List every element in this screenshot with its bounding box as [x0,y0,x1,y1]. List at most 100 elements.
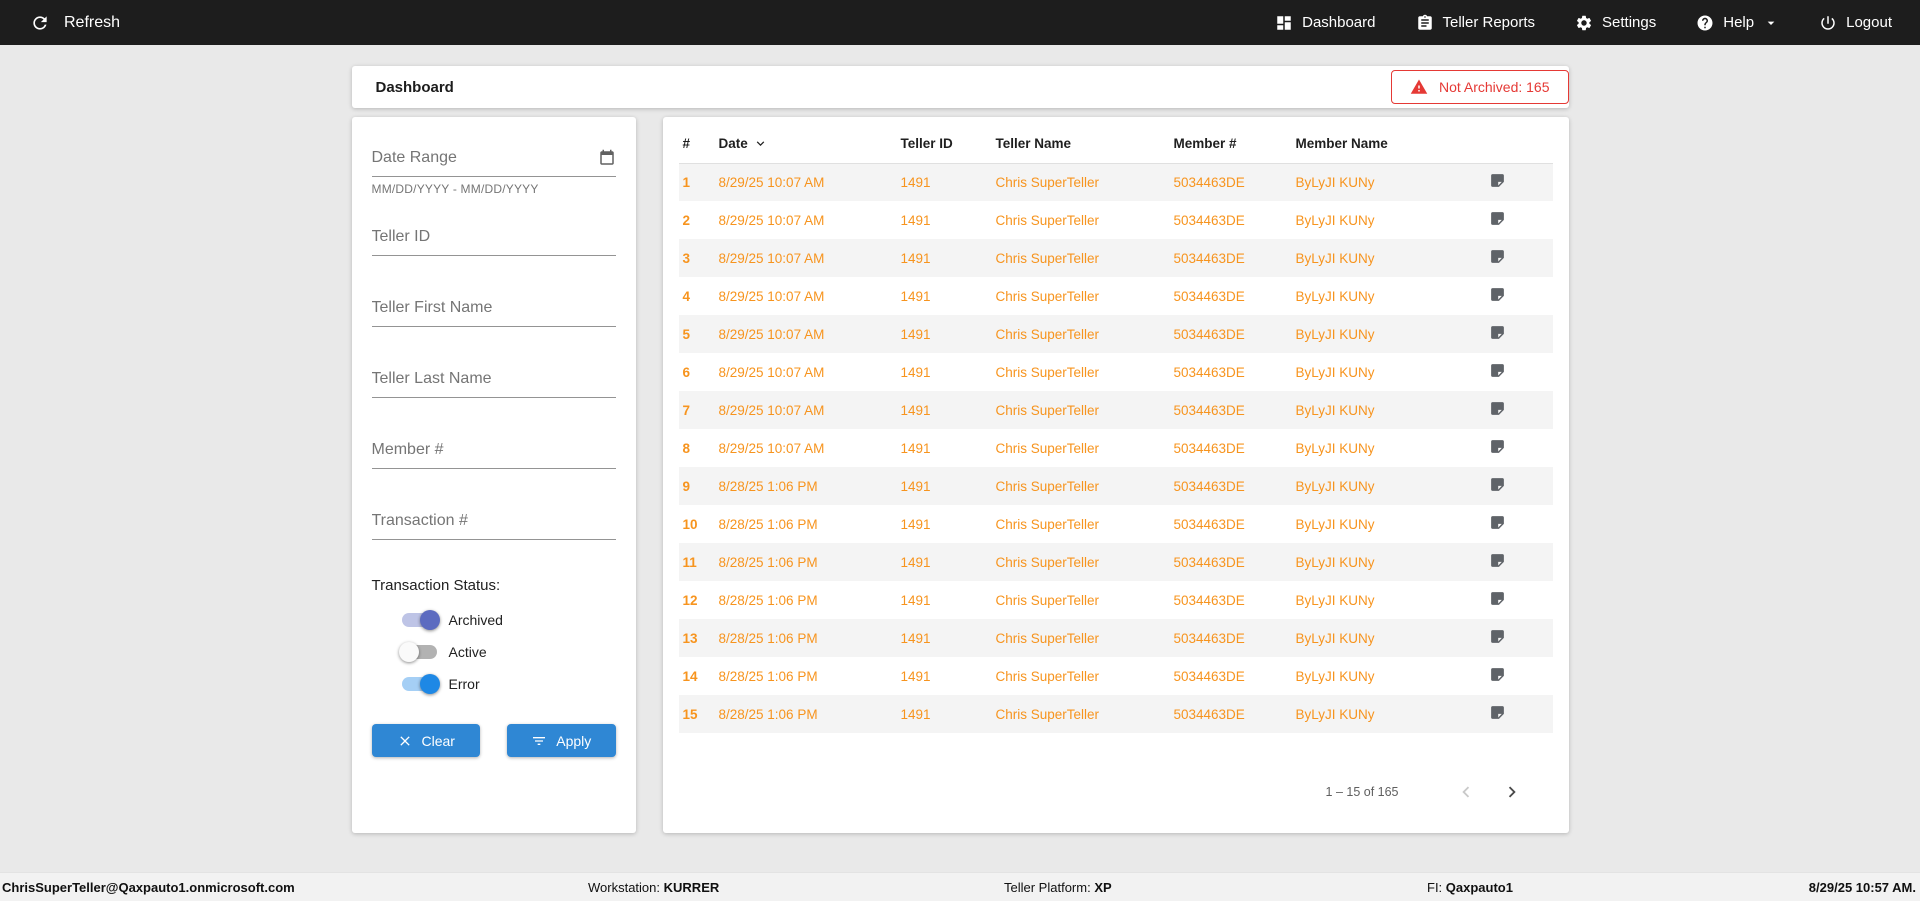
note-icon[interactable] [1489,476,1506,493]
table-row[interactable]: 5 8/29/25 10:07 AM 1491 Chris SuperTelle… [678,315,1553,353]
table-row[interactable]: 14 8/28/25 1:06 PM 1491 Chris SuperTelle… [679,657,1553,695]
row-teller-id: 1491 [900,288,931,304]
row-member-name: ByLyJI KUNy [1295,212,1375,228]
user-email: ChrisSuperTeller@Qaxpauto1.onmicrosoft.c… [2,880,295,895]
note-icon[interactable] [1489,362,1506,379]
row-member-name: ByLyJI KUNy [1295,364,1375,380]
row-teller-name: Chris SuperTeller [995,516,1100,532]
note-icon[interactable] [1489,666,1506,683]
archived-toggle[interactable] [401,610,440,630]
teller-first-name-input[interactable] [371,293,616,327]
power-icon [1821,15,1835,30]
note-icon[interactable] [1489,210,1506,227]
row-number: 3 [682,250,691,266]
filter-panel: MM/DD/YYYY - MM/DD/YYYY Transaction Stat… [351,117,636,833]
table-body: 1 8/29/25 10:07 AM 1491 Chris SuperTelle… [678,163,1553,733]
table-row[interactable]: 6 8/29/25 10:07 AM 1491 Chris SuperTelle… [679,353,1553,391]
clear-button[interactable]: Clear [371,724,480,757]
row-member-number: 5034463DE [1173,592,1245,608]
note-icon[interactable] [1489,704,1506,721]
note-icon[interactable] [1489,590,1506,607]
column-header-member-number[interactable]: Member # [1169,125,1292,164]
row-member-number: 5034463DE [1173,250,1245,266]
row-member-number: 5034463DE [1173,326,1245,342]
nav-settings[interactable]: Settings [1575,14,1656,32]
note-icon[interactable] [1489,628,1506,645]
gear-icon [1577,15,1592,30]
table-row[interactable]: 9 8/28/25 1:06 PM 1491 Chris SuperTeller… [678,467,1553,505]
row-teller-id: 1491 [900,326,931,342]
note-icon[interactable] [1489,172,1506,189]
note-icon[interactable] [1489,286,1506,303]
teller-id-input[interactable] [371,222,616,256]
footer-datetime: 8/29/25 10:57 AM. [1808,880,1916,895]
nav-logout[interactable]: Logout [1819,14,1892,32]
note-icon[interactable] [1489,248,1506,265]
row-member-name: ByLyJI KUNy [1295,402,1375,418]
table-row[interactable]: 7 8/29/25 10:07 AM 1491 Chris SuperTelle… [678,391,1553,429]
row-teller-id: 1491 [900,630,931,646]
prev-page-button[interactable] [1455,781,1477,803]
page-title: Dashboard [375,78,454,96]
row-teller-id: 1491 [900,250,931,266]
table-row[interactable]: 13 8/28/25 1:06 PM 1491 Chris SuperTelle… [678,619,1553,657]
note-icon[interactable] [1489,400,1506,417]
note-icon[interactable] [1489,324,1506,341]
column-header-teller-id[interactable]: Teller ID [896,125,992,164]
error-toggle[interactable] [401,674,440,694]
row-date: 8/29/25 10:07 AM [718,288,825,304]
table-row[interactable]: 8 8/29/25 10:07 AM 1491 Chris SuperTelle… [679,429,1553,467]
row-number: 8 [682,440,691,456]
column-header-number[interactable]: # [678,125,715,164]
column-header-teller-name[interactable]: Teller Name [991,125,1170,164]
column-header-member-name[interactable]: Member Name [1291,125,1485,164]
note-icon[interactable] [1489,514,1506,531]
nav-teller-reports-label: Teller Reports [1442,14,1536,31]
row-teller-id: 1491 [900,364,931,380]
row-member-name: ByLyJI KUNy [1295,706,1375,722]
row-teller-id: 1491 [900,174,931,190]
transaction-number-input[interactable] [371,506,616,540]
next-page-button[interactable] [1501,781,1523,803]
row-member-number: 5034463DE [1173,174,1245,190]
nav-teller-reports[interactable]: Teller Reports [1416,14,1536,32]
nav-help[interactable]: Help [1696,14,1779,32]
refresh-button[interactable]: Refresh [30,13,120,33]
row-number: 7 [682,402,691,418]
table-row[interactable]: 12 8/28/25 1:06 PM 1491 Chris SuperTelle… [679,581,1553,619]
row-teller-id: 1491 [900,554,931,570]
note-icon[interactable] [1489,552,1506,569]
table-row[interactable]: 11 8/28/25 1:06 PM 1491 Chris SuperTelle… [678,543,1553,581]
note-icon[interactable] [1489,438,1506,455]
member-number-input[interactable] [371,435,616,469]
row-member-number: 5034463DE [1173,516,1245,532]
column-header-date[interactable]: Date [714,125,897,164]
row-teller-id: 1491 [900,592,931,608]
row-member-name: ByLyJI KUNy [1295,478,1375,494]
table-row[interactable]: 2 8/29/25 10:07 AM 1491 Chris SuperTelle… [679,201,1553,239]
table-row[interactable]: 1 8/29/25 10:07 AM 1491 Chris SuperTelle… [678,163,1553,201]
row-number: 4 [682,288,691,304]
table-row[interactable]: 3 8/29/25 10:07 AM 1491 Chris SuperTelle… [678,239,1553,277]
nav-dashboard[interactable]: Dashboard [1275,14,1376,32]
table-row[interactable]: 15 8/28/25 1:06 PM 1491 Chris SuperTelle… [678,695,1553,733]
teller-id-field [371,222,616,256]
date-range-input[interactable] [371,143,616,177]
date-range-helper: MM/DD/YYYY - MM/DD/YYYY [371,182,539,196]
active-toggle[interactable] [398,642,437,662]
apply-button[interactable]: Apply [507,724,616,757]
row-date: 8/29/25 10:07 AM [718,440,825,456]
row-member-name: ByLyJI KUNy [1295,516,1375,532]
calendar-icon[interactable] [598,149,616,167]
teller-last-name-input[interactable] [371,364,616,398]
table-row[interactable]: 4 8/29/25 10:07 AM 1491 Chris SuperTelle… [679,277,1553,315]
teller-last-name-field [371,364,616,398]
row-date: 8/29/25 10:07 AM [718,326,825,342]
nav-settings-label: Settings [1602,14,1657,31]
teller-first-name-field [371,293,616,327]
table-row[interactable]: 10 8/28/25 1:06 PM 1491 Chris SuperTelle… [679,505,1553,543]
row-teller-name: Chris SuperTeller [995,402,1100,418]
row-date: 8/29/25 10:07 AM [718,212,825,228]
not-archived-label: Not Archived: 165 [1438,79,1550,95]
row-date: 8/28/25 1:06 PM [718,478,818,494]
